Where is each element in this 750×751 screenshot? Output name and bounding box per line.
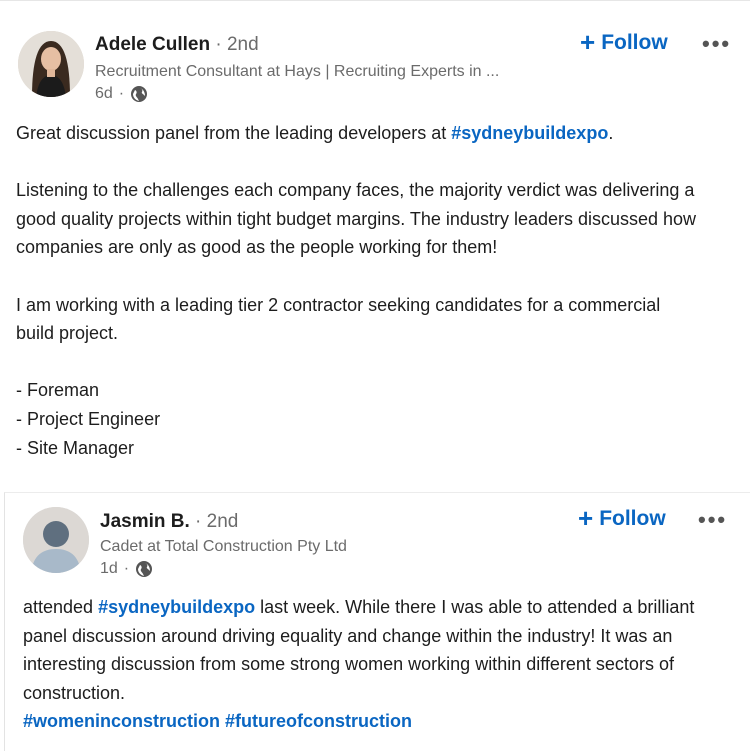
- default-avatar-icon: [23, 507, 89, 573]
- follow-button[interactable]: + Follow: [578, 503, 666, 533]
- author-name[interactable]: Jasmin B.: [100, 511, 190, 532]
- avatar-photo: [18, 31, 84, 97]
- post-card: Adele Cullen · 2nd Recruitment Consultan…: [0, 0, 750, 489]
- avatar[interactable]: [23, 507, 89, 573]
- list-item: - Foreman: [16, 380, 100, 401]
- hashtag-line: #womeninconstruction #futureofconstructi…: [23, 707, 723, 736]
- author-line: Jasmin B. · 2nd: [100, 511, 239, 532]
- hashtag-link[interactable]: #sydneybuildexpo: [98, 597, 255, 617]
- follow-button[interactable]: + Follow: [580, 27, 668, 57]
- post-meta: 1d ·: [100, 560, 153, 578]
- connection-degree: 2nd: [226, 34, 259, 55]
- post-card: Jasmin B. · 2nd Cadet at Total Construct…: [4, 492, 750, 751]
- author-headline: Recruitment Consultant at Hays | Recruit…: [95, 63, 500, 80]
- text-span: attended: [23, 597, 99, 617]
- author-line: Adele Cullen · 2nd: [95, 34, 259, 55]
- globe-icon: [136, 561, 153, 577]
- hashtag-link[interactable]: #womeninconstruction: [23, 711, 220, 731]
- post-age: 6d: [95, 85, 113, 102]
- author-name[interactable]: Adele Cullen: [95, 34, 210, 55]
- hashtag-link[interactable]: #sydneybuildexpo: [451, 123, 608, 143]
- plus-icon: +: [580, 27, 596, 57]
- post-body: Great discussion panel from the leading …: [16, 119, 741, 462]
- more-options-icon[interactable]: •••: [698, 507, 727, 533]
- hashtag-link[interactable]: #futureofconstruction: [225, 711, 412, 731]
- author-headline: Cadet at Total Construction Pty Ltd: [100, 538, 347, 555]
- plus-icon: +: [578, 503, 594, 533]
- post-meta: 6d ·: [95, 85, 148, 103]
- text-span: .: [608, 123, 614, 143]
- list-item: - Site Manager: [16, 437, 135, 458]
- post-body: attended #sydneybuildexpo last week. Whi…: [23, 593, 723, 736]
- post-paragraph: Listening to the challenges each company…: [16, 180, 697, 258]
- post-paragraph: Great discussion panel from the leading …: [16, 119, 741, 148]
- follow-label: Follow: [601, 31, 668, 54]
- post-age: 1d: [100, 560, 118, 577]
- more-options-icon[interactable]: •••: [702, 31, 731, 57]
- list-item: - Project Engineer: [16, 408, 161, 429]
- globe-icon: [131, 86, 148, 102]
- follow-label: Follow: [599, 507, 666, 530]
- connection-degree: 2nd: [206, 511, 239, 532]
- avatar[interactable]: [18, 31, 84, 97]
- post-paragraph: I am working with a leading tier 2 contr…: [16, 294, 661, 344]
- post-paragraph: attended #sydneybuildexpo last week. Whi…: [23, 593, 723, 707]
- text-span: Great discussion panel from the leading …: [16, 123, 452, 143]
